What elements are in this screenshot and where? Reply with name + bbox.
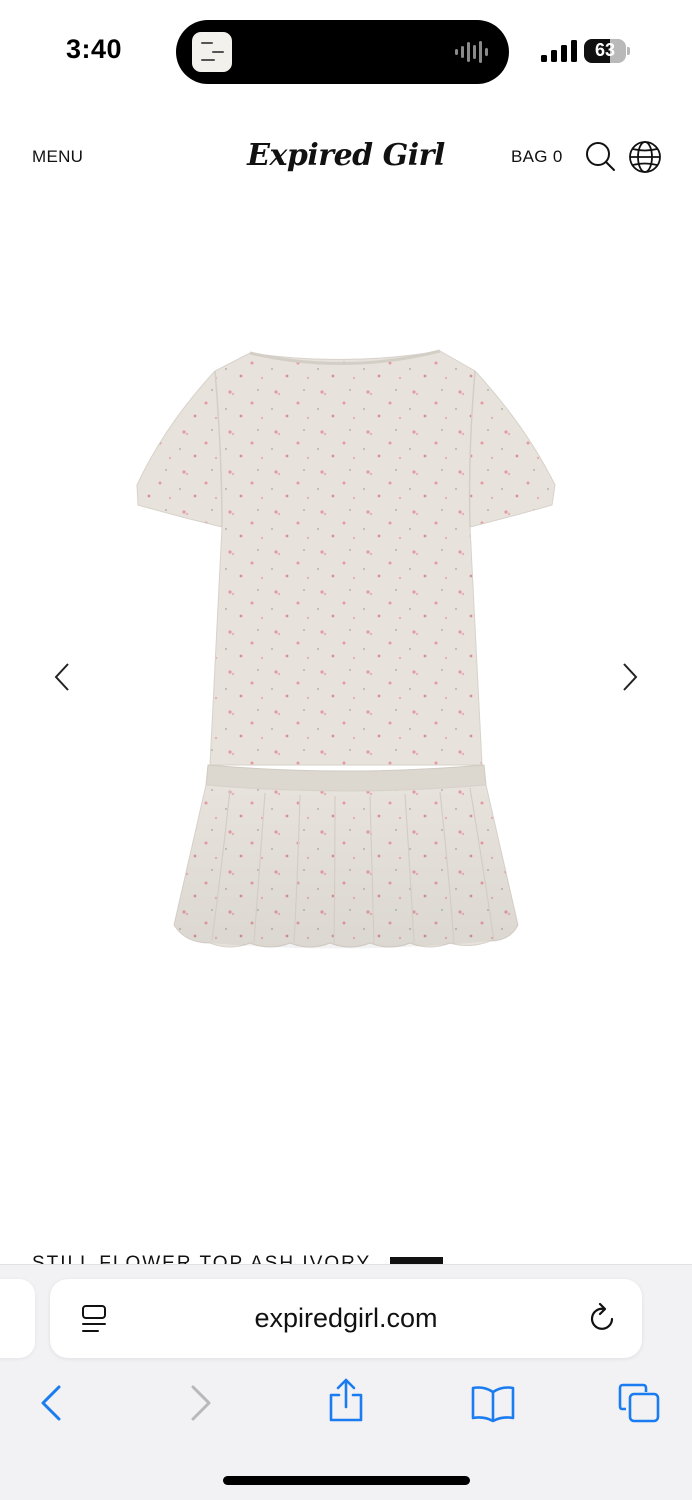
globe-icon[interactable] [628, 140, 662, 174]
forward-icon[interactable] [188, 1383, 214, 1423]
share-icon[interactable] [326, 1377, 366, 1423]
address-bar[interactable]: expiredgirl.com [50, 1279, 642, 1358]
audio-waveform-icon [455, 41, 488, 63]
dynamic-island[interactable] [176, 20, 509, 84]
shopping-bag-button[interactable]: BAG 0 [511, 147, 563, 167]
menu-button[interactable]: MENU [32, 147, 83, 167]
previous-tab-preview[interactable] [0, 1279, 35, 1358]
battery-indicator: 63 [584, 39, 630, 63]
site-header: MENU Expired Girl BAG 0 [0, 110, 692, 205]
live-activity-app-icon [192, 32, 232, 72]
reload-icon[interactable] [588, 1303, 618, 1335]
search-icon[interactable] [584, 140, 616, 172]
cellular-signal-icon [541, 40, 577, 62]
status-bar: 3:40 63 [0, 0, 692, 100]
url-text[interactable]: expiredgirl.com [50, 1303, 642, 1334]
brand-logo[interactable]: Expired Girl [238, 130, 454, 182]
chevron-right-icon[interactable] [618, 661, 642, 693]
home-indicator[interactable] [223, 1476, 470, 1485]
tabs-icon[interactable] [618, 1383, 660, 1423]
bookmarks-icon[interactable] [470, 1383, 516, 1423]
battery-level: 63 [594, 40, 616, 60]
product-image [136, 349, 556, 949]
product-gallery[interactable] [0, 205, 692, 1255]
back-icon[interactable] [38, 1383, 64, 1423]
battery-icon: 63 [584, 39, 626, 63]
chevron-left-icon[interactable] [50, 661, 74, 693]
status-time: 3:40 [66, 34, 123, 64]
safari-toolbar: expiredgirl.com [0, 1264, 692, 1500]
